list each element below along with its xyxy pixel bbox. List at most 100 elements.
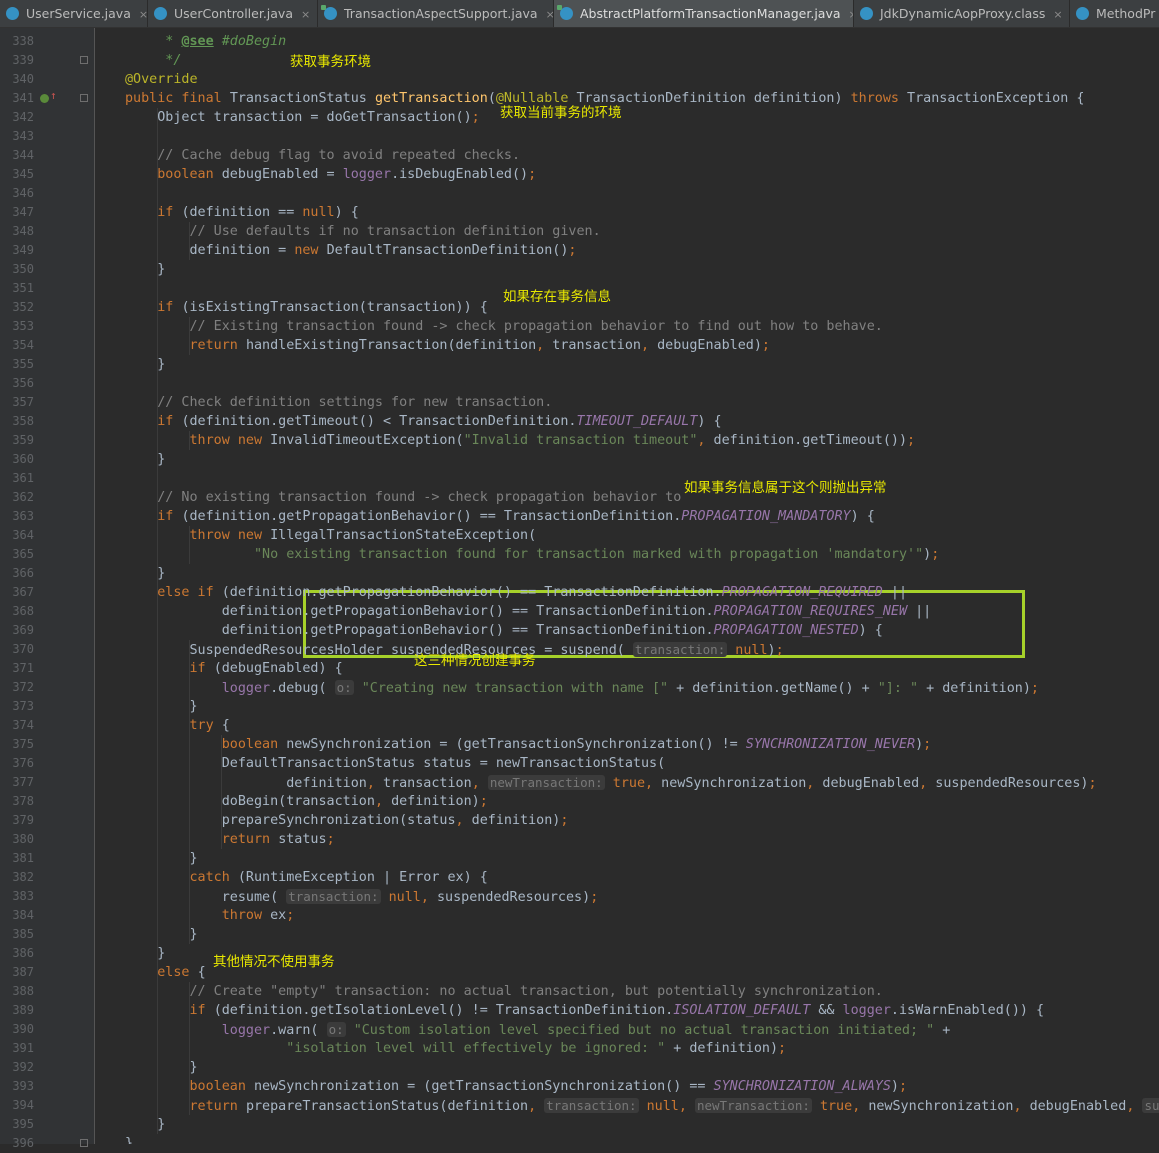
code-line[interactable]: "isolation level will effectively be ign… <box>125 1039 786 1058</box>
code-editor[interactable]: * @see #doBegin */@Override public final … <box>95 28 1159 1144</box>
code-line[interactable]: } <box>125 260 165 279</box>
code-token: "]: " <box>877 681 919 696</box>
line-number: 394 <box>12 1098 34 1112</box>
code-line[interactable]: boolean newSynchronization = (getTransac… <box>125 1077 908 1096</box>
code-line[interactable]: try { <box>125 716 230 735</box>
code-line[interactable]: } <box>125 849 198 868</box>
code-line[interactable]: else { <box>125 963 205 982</box>
code-line[interactable]: definition.getPropagationBehavior() == T… <box>125 621 883 640</box>
code-line[interactable]: // Existing transaction found -> check p… <box>125 317 883 336</box>
code-line[interactable]: DefaultTransactionStatus status = newTra… <box>125 754 665 773</box>
code-line[interactable]: if (definition.getTimeout() < Transactio… <box>125 412 721 431</box>
code-token: true <box>819 1099 853 1114</box>
line-number: 348 <box>12 224 34 238</box>
code-line[interactable]: } <box>125 1115 165 1134</box>
code-line[interactable]: return prepareTransactionStatus(definiti… <box>125 1096 1159 1115</box>
code-line[interactable]: // Create "empty" transaction: no actual… <box>125 982 883 1001</box>
code-line[interactable]: boolean newSynchronization = (getTransac… <box>125 735 931 754</box>
code-line[interactable]: } <box>125 450 165 469</box>
editor-tab[interactable]: AbstractPlatformTransactionManager.java× <box>554 0 854 27</box>
code-line[interactable]: } <box>125 944 165 963</box>
code-line[interactable]: doBegin(transaction, definition); <box>125 792 488 811</box>
java-class-icon <box>1076 7 1089 20</box>
code-token: ex <box>270 908 287 923</box>
code-line[interactable]: } <box>125 925 198 944</box>
parameter-hint: o: <box>326 1022 346 1037</box>
code-line[interactable]: if (definition.getIsolationLevel() != Tr… <box>125 1001 1045 1020</box>
editor-tab[interactable]: UserController.java × <box>148 0 318 27</box>
code-line[interactable]: return handleExistingTransaction(definit… <box>125 336 770 355</box>
code-line[interactable]: prepareSynchronization(status, definitio… <box>125 811 569 830</box>
code-token: , <box>678 1099 695 1114</box>
code-line[interactable]: } <box>125 355 165 374</box>
code-line[interactable]: logger.warn( o: "Custom isolation level … <box>125 1020 950 1039</box>
code-token: { <box>221 718 230 733</box>
fold-marker-icon[interactable] <box>80 1139 88 1147</box>
code-token: TIMEOUT_DEFAULT <box>576 414 698 429</box>
code-line[interactable]: // Cache debug flag to avoid repeated ch… <box>125 146 520 165</box>
line-number: 350 <box>12 262 34 276</box>
code-line[interactable]: resume( transaction: null, suspendedReso… <box>125 887 598 906</box>
code-line[interactable]: boolean debugEnabled = logger.isDebugEna… <box>125 165 536 184</box>
code-line[interactable]: logger.debug( o: "Creating new transacti… <box>125 678 1039 697</box>
code-token: "Custom isolation level specified but no… <box>353 1023 935 1038</box>
code-line[interactable]: catch (RuntimeException | Error ex) { <box>125 868 488 887</box>
code-line[interactable]: } <box>125 1134 133 1144</box>
line-number: 338 <box>12 34 34 48</box>
close-tab-icon[interactable]: × <box>301 8 310 21</box>
code-token: DefaultTransactionDefinition() <box>326 243 569 258</box>
line-number: 369 <box>12 623 34 637</box>
code-line[interactable]: if (isExistingTransaction(transaction)) … <box>125 298 488 317</box>
code-line[interactable]: } <box>125 1058 198 1077</box>
code-token: } <box>189 699 198 714</box>
code-line[interactable]: throw ex; <box>125 906 295 925</box>
code-token: (definition.getIsolationLevel() != Trans… <box>213 1003 674 1018</box>
fold-marker-icon[interactable] <box>80 56 88 64</box>
code-line[interactable]: if (definition == null) { <box>125 203 359 222</box>
code-line[interactable]: // Use defaults if no transaction defini… <box>125 222 601 241</box>
code-token: definition.getPropagationBehavior() == T… <box>221 623 714 638</box>
code-line[interactable]: if (definition.getPropagationBehavior() … <box>125 507 875 526</box>
code-line[interactable]: @Override <box>125 70 198 89</box>
editor-tab[interactable]: TransactionAspectSupport.java × <box>318 0 554 27</box>
code-line[interactable]: else if (definition.getPropagationBehavi… <box>125 583 907 602</box>
code-line[interactable]: } <box>125 697 198 716</box>
line-number: 362 <box>12 490 34 504</box>
code-line[interactable]: * @see #doBegin <box>125 32 286 51</box>
close-tab-icon[interactable]: × <box>1053 8 1062 21</box>
code-token: , <box>806 776 823 791</box>
code-line[interactable]: throw new IllegalTransactionStateExcepti… <box>125 526 537 545</box>
override-marker-icon[interactable] <box>40 94 49 103</box>
line-number: 355 <box>12 357 34 371</box>
code-line[interactable]: // No existing transaction found -> chec… <box>125 488 689 507</box>
code-line[interactable]: definition, transaction, newTransaction:… <box>125 773 1097 792</box>
code-line[interactable]: "No existing transaction found for trans… <box>125 545 939 564</box>
code-token: debugEnabled <box>822 776 920 791</box>
editor-tab[interactable]: UserService.java × <box>0 0 148 27</box>
line-number: 395 <box>12 1117 34 1131</box>
code-token: logger <box>221 1023 271 1038</box>
line-number: 352 <box>12 300 34 314</box>
code-token: , <box>645 776 662 791</box>
code-line[interactable]: throw new InvalidTimeoutException("Inval… <box>125 431 916 450</box>
code-line[interactable]: Object transaction = doGetTransaction(); <box>125 108 479 127</box>
code-token: TransactionException { <box>907 91 1085 106</box>
implements-arrow-icon[interactable]: ↑ <box>50 89 57 102</box>
line-number: 363 <box>12 509 34 523</box>
close-tab-icon[interactable]: × <box>546 8 553 21</box>
line-number: 351 <box>12 281 34 295</box>
code-token: catch <box>189 870 238 885</box>
editor-tab[interactable]: MethodPr <box>1070 0 1159 27</box>
code-line[interactable]: definition.getPropagationBehavior() == T… <box>125 602 931 621</box>
close-tab-icon[interactable]: × <box>139 8 147 21</box>
editor-tab[interactable]: JdkDynamicAopProxy.class × <box>854 0 1070 27</box>
code-line[interactable]: // Check definition settings for new tra… <box>125 393 552 412</box>
code-token: SYNCHRONIZATION_ALWAYS <box>713 1079 891 1094</box>
code-line[interactable]: } <box>125 564 165 583</box>
code-line[interactable]: definition = new DefaultTransactionDefin… <box>125 241 577 260</box>
code-token: "isolation level will effectively be ign… <box>286 1041 666 1056</box>
fold-marker-icon[interactable] <box>80 94 88 102</box>
code-line[interactable]: */ <box>125 51 181 70</box>
